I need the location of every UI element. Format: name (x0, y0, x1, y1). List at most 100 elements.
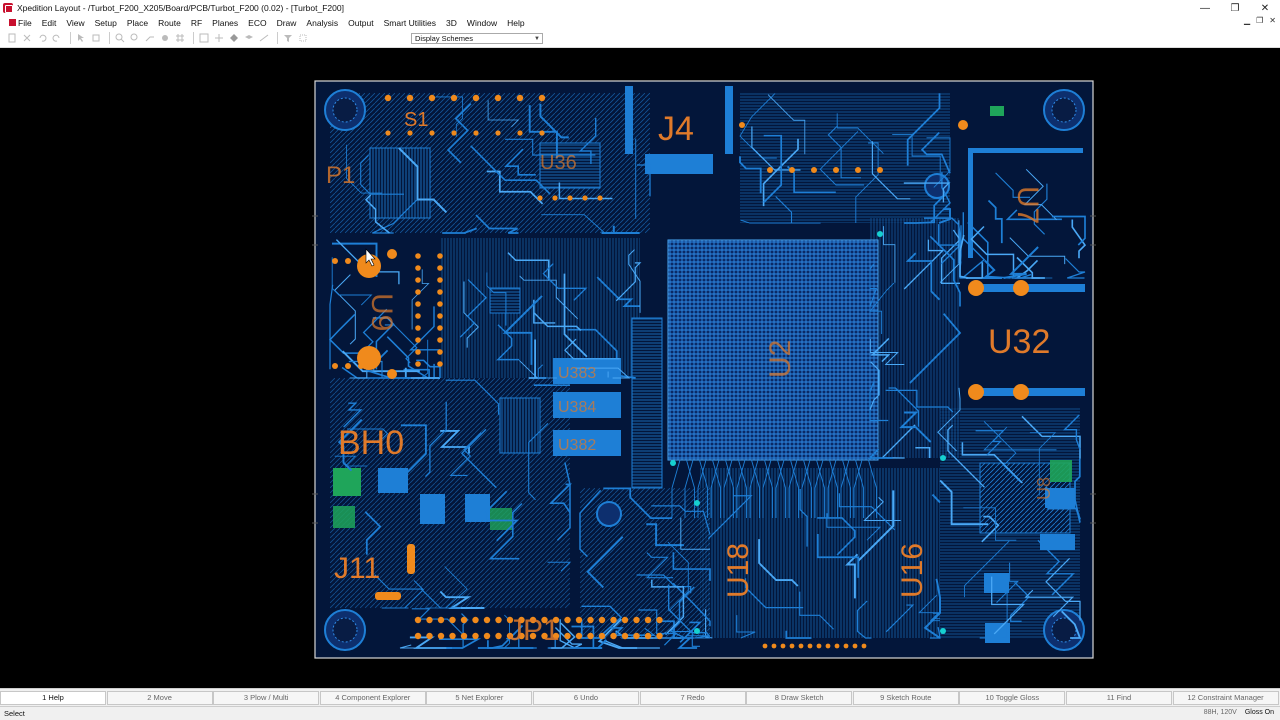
via-icon[interactable] (159, 33, 171, 43)
menu-window[interactable]: Window (462, 18, 502, 28)
fkey-4-component-explorer[interactable]: 4 Component Explorer (319, 690, 426, 705)
pad (587, 616, 594, 624)
menu-setup[interactable]: Setup (90, 18, 122, 28)
menu-route[interactable]: Route (153, 18, 186, 28)
zoom-in-icon[interactable] (114, 33, 126, 43)
select-icon[interactable] (297, 33, 309, 43)
pad (449, 616, 456, 624)
menu-3d[interactable]: 3D (441, 18, 462, 28)
pad (762, 643, 768, 649)
pad (587, 632, 594, 640)
route-icon[interactable] (144, 33, 156, 43)
pad (852, 643, 858, 649)
ref-u9: U9 (365, 293, 398, 331)
fkey-7-redo[interactable]: 7 Redo (639, 690, 746, 705)
ref-s1: S1 (404, 109, 428, 131)
menu-place[interactable]: Place (122, 18, 153, 28)
pad (415, 301, 421, 307)
pad (450, 94, 458, 102)
ref-p1: P1 (326, 162, 355, 189)
layout-canvas[interactable]: S1 J4 P1 U36 U32 BH0 J11 JP1 U18 U16 U2 … (0, 48, 1280, 688)
pad (415, 265, 421, 271)
fkey-3-plow[interactable]: 3 Plow / Multi (213, 690, 320, 705)
pad (811, 167, 817, 173)
window-controls: — ❐ ✕ (1190, 0, 1280, 16)
status-info: 88H, 120V (1203, 709, 1237, 716)
pad (644, 616, 652, 624)
main-toolbar: Display Schemes ▼ (0, 29, 1280, 48)
close-button[interactable]: ✕ (1250, 0, 1280, 16)
menu-planes[interactable]: Planes (207, 18, 243, 28)
menu-edit[interactable]: Edit (37, 18, 62, 28)
ref-u384: U384 (558, 399, 596, 416)
pad (415, 349, 421, 355)
mdi-minimize-icon[interactable]: ▁ (1244, 16, 1250, 25)
status-indicators: 88H, 120V Gloss On (1204, 709, 1274, 716)
pad (610, 632, 617, 640)
new-icon[interactable] (6, 33, 18, 43)
mdi-restore-icon[interactable]: ❐ (1256, 16, 1263, 25)
pad (495, 616, 502, 624)
menu-rf[interactable]: RF (186, 18, 207, 28)
ref-jp1: JP1 (508, 614, 560, 647)
fkey-11-find[interactable]: 11 Find (1065, 690, 1172, 705)
minimize-button[interactable]: — (1190, 0, 1220, 16)
ref-bh0: BH0 (338, 424, 404, 462)
menu-draw[interactable]: Draw (272, 18, 302, 28)
menu-view[interactable]: View (61, 18, 89, 28)
pad (437, 616, 445, 624)
redo-icon[interactable] (51, 33, 63, 43)
filter-icon[interactable] (282, 33, 294, 43)
mdi-close-icon[interactable]: ✕ (1269, 16, 1276, 25)
measure-icon[interactable] (258, 33, 270, 43)
ref-j4: J4 (658, 110, 694, 148)
grid-icon[interactable] (174, 33, 186, 43)
pad (610, 616, 617, 624)
pad (345, 258, 351, 264)
pad (833, 167, 839, 173)
fkey-6-undo[interactable]: 6 Undo (532, 690, 639, 705)
fit-board-icon[interactable] (198, 33, 210, 43)
toolbar-separator (70, 32, 71, 44)
menu-help[interactable]: Help (502, 18, 529, 28)
pad (437, 325, 443, 331)
undo-icon[interactable] (36, 33, 48, 43)
mdi-controls: ▁ ❐ ✕ (1244, 16, 1276, 25)
fkey-12-constraint-manager[interactable]: 12 Constraint Manager (1172, 690, 1279, 705)
layer-icon[interactable] (243, 33, 255, 43)
pad (877, 167, 883, 173)
display-scheme-dropdown[interactable]: Display Schemes ▼ (411, 33, 543, 44)
fkey-8-draw-sketch[interactable]: 8 Draw Sketch (746, 690, 853, 705)
menu-output[interactable]: Output (343, 18, 379, 28)
pad (385, 130, 391, 136)
menu-file[interactable]: File (4, 18, 37, 28)
pad (415, 325, 421, 331)
pointer-icon[interactable] (75, 33, 87, 43)
document-icon (9, 19, 16, 26)
fkey-10-toggle-gloss[interactable]: 10 Toggle Gloss (959, 690, 1066, 705)
menu-smart-utilities[interactable]: Smart Utilities (379, 18, 441, 28)
pcb-board-view[interactable]: S1 J4 P1 U36 U32 BH0 J11 JP1 U18 U16 U2 … (0, 48, 1280, 688)
app-icon (3, 3, 13, 13)
fkey-1-help[interactable]: 1 Help (0, 690, 106, 705)
cut-icon[interactable] (21, 33, 33, 43)
place-icon[interactable] (90, 33, 102, 43)
pad (406, 94, 414, 102)
toolbar-separator (109, 32, 110, 44)
function-key-bar: 1 Help 2 Move 3 Plow / Multi 4 Component… (0, 688, 1280, 706)
pad (834, 643, 840, 649)
menu-eco[interactable]: ECO (243, 18, 271, 28)
pad (567, 195, 573, 201)
diamond-icon[interactable] (228, 33, 240, 43)
pad (621, 632, 629, 640)
fkey-9-sketch-route[interactable]: 9 Sketch Route (852, 690, 959, 705)
pad (437, 301, 443, 307)
menu-analysis[interactable]: Analysis (301, 18, 343, 28)
pad (539, 130, 545, 136)
pad (621, 616, 629, 624)
zoom-out-icon[interactable] (129, 33, 141, 43)
fkey-2-move[interactable]: 2 Move (106, 690, 213, 705)
maximize-button[interactable]: ❐ (1220, 0, 1250, 16)
fkey-5-net-explorer[interactable]: 5 Net Explorer (426, 690, 533, 705)
pan-icon[interactable] (213, 33, 225, 43)
